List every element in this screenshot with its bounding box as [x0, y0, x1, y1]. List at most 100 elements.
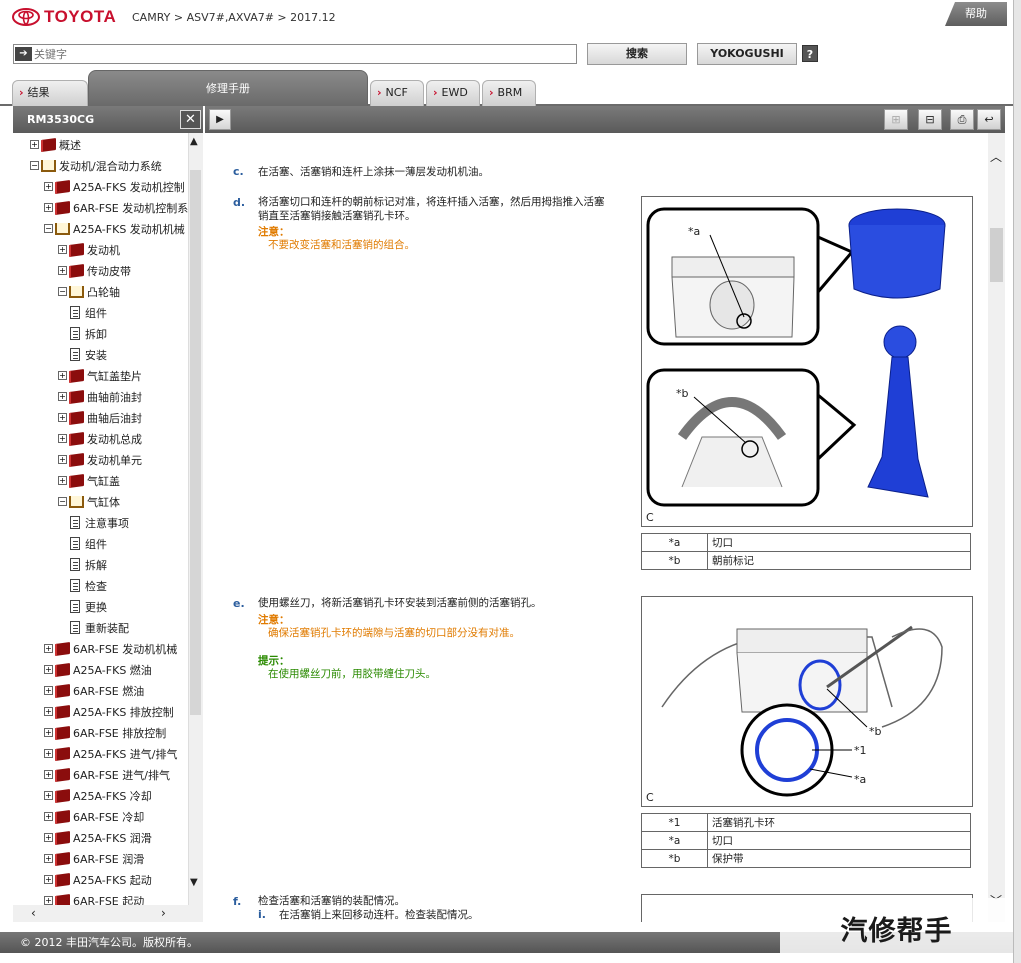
search-input[interactable]: [34, 47, 576, 61]
tree-item[interactable]: +6AR-FSE 进气/排气: [44, 764, 170, 785]
tree-item[interactable]: +6AR-FSE 润滑: [44, 848, 144, 869]
scroll-up-icon[interactable]: ▲: [190, 136, 198, 147]
tree-item[interactable]: + A25A-FKS 冷却: [44, 785, 152, 806]
tree-item[interactable]: 检查: [70, 575, 107, 596]
scroll-right-icon[interactable]: ›: [161, 906, 166, 920]
tree-item[interactable]: + A25A-FKS 发动机控制: [44, 176, 185, 197]
zoom-out-icon[interactable]: ⊟: [918, 109, 942, 130]
expand-plus-icon[interactable]: +: [44, 728, 53, 737]
note-label: 注意：: [258, 614, 290, 626]
expand-plus-icon[interactable]: +: [44, 770, 53, 779]
scroll-down-icon[interactable]: ▼: [190, 877, 198, 888]
tree-horizontal-scrollbar[interactable]: ‹ ›: [13, 905, 203, 922]
tree-item[interactable]: + 气缸盖垫片: [58, 365, 142, 386]
expand-plus-icon[interactable]: +: [44, 854, 53, 863]
tree-item[interactable]: + 发动机总成: [58, 428, 142, 449]
collapse-minus-icon[interactable]: −: [30, 161, 39, 170]
expand-plus-icon[interactable]: +: [44, 833, 53, 842]
tree-scroll-thumb[interactable]: [190, 170, 201, 715]
tree-item[interactable]: 组件: [70, 533, 107, 554]
tree-item[interactable]: 更换: [70, 596, 107, 617]
tree-item[interactable]: + 发动机单元: [58, 449, 142, 470]
tree-item[interactable]: + 传动皮带: [58, 260, 131, 281]
tree-item[interactable]: 拆卸: [70, 323, 107, 344]
tree-item[interactable]: 组件: [70, 302, 107, 323]
tab-results[interactable]: › 结果: [12, 80, 88, 106]
tree-item[interactable]: 拆解: [70, 554, 107, 575]
collapse-minus-icon[interactable]: −: [58, 497, 67, 506]
expand-triangle-icon[interactable]: ▶: [209, 109, 231, 130]
back-icon[interactable]: ↩: [977, 109, 1001, 130]
scroll-up-icon[interactable]: ︿: [990, 148, 1002, 165]
open-book-icon: [69, 285, 84, 298]
tab-brm[interactable]: › BRM: [482, 80, 536, 106]
tree-item[interactable]: 重新装配: [70, 617, 129, 638]
zoom-in-icon[interactable]: ⊞: [884, 109, 908, 130]
expand-plus-icon[interactable]: +: [58, 245, 67, 254]
tree-item[interactable]: − A25A-FKS 发动机机械: [44, 218, 185, 239]
tree-item[interactable]: + 概述: [30, 134, 81, 155]
expand-plus-icon[interactable]: +: [44, 644, 53, 653]
tree-item[interactable]: +6AR-FSE 发动机控制系: [44, 197, 188, 218]
scroll-left-icon[interactable]: ‹: [31, 906, 36, 920]
tree-item-label: 概述: [59, 138, 81, 152]
tree-item[interactable]: + A25A-FKS 润滑: [44, 827, 152, 848]
closed-book-icon: [55, 179, 70, 194]
tree-item[interactable]: +6AR-FSE 燃油: [44, 680, 144, 701]
expand-plus-icon[interactable]: +: [44, 875, 53, 884]
tree-item[interactable]: + 发动机: [58, 239, 120, 260]
expand-plus-icon[interactable]: +: [30, 140, 39, 149]
collapse-minus-icon[interactable]: −: [44, 224, 53, 233]
expand-plus-icon[interactable]: +: [44, 182, 53, 191]
tree-item[interactable]: +6AR-FSE 冷却: [44, 806, 144, 827]
tree-item[interactable]: + A25A-FKS 排放控制: [44, 701, 174, 722]
tree-item[interactable]: +6AR-FSE 起动: [44, 890, 144, 905]
expand-plus-icon[interactable]: +: [58, 455, 67, 464]
tab-ncf[interactable]: › NCF: [370, 80, 424, 106]
expand-plus-icon[interactable]: +: [58, 392, 67, 401]
expand-plus-icon[interactable]: +: [44, 749, 53, 758]
tree-item[interactable]: 注意事项: [70, 512, 129, 533]
expand-plus-icon[interactable]: +: [44, 812, 53, 821]
yokogushi-button[interactable]: YOKOGUSHI: [697, 43, 797, 65]
collapse-minus-icon[interactable]: −: [58, 287, 67, 296]
tree-item[interactable]: + A25A-FKS 起动: [44, 869, 152, 890]
tree-item[interactable]: + 曲轴后油封: [58, 407, 142, 428]
tree-item[interactable]: + A25A-FKS 进气/排气: [44, 743, 178, 764]
tree-item[interactable]: 安装: [70, 344, 107, 365]
expand-plus-icon[interactable]: +: [58, 371, 67, 380]
navigation-tree: + 概述 − 发动机/混合动力系统 + A25A-FKS 发动机控制 +6AR-FSE 发动…: [13, 133, 202, 905]
search-button[interactable]: 搜索: [587, 43, 687, 65]
expand-plus-icon[interactable]: +: [44, 203, 53, 212]
breadcrumb: CAMRY > ASV7#,AXVA7# > 2017.12: [132, 11, 336, 24]
tree-item[interactable]: + A25A-FKS 燃油: [44, 659, 152, 680]
expand-plus-icon[interactable]: +: [44, 665, 53, 674]
expand-plus-icon[interactable]: +: [58, 413, 67, 422]
expand-plus-icon[interactable]: +: [44, 791, 53, 800]
tree-item[interactable]: − 发动机/混合动力系统: [30, 155, 162, 176]
search-box[interactable]: ➔: [13, 44, 577, 64]
expand-plus-icon[interactable]: +: [58, 476, 67, 485]
expand-plus-icon[interactable]: +: [44, 707, 53, 716]
expand-plus-icon[interactable]: +: [58, 266, 67, 275]
tree-item[interactable]: +6AR-FSE 排放控制: [44, 722, 166, 743]
tree-item-label: 6AR-FSE 发动机机械: [73, 642, 178, 656]
help-button[interactable]: 帮助: [945, 2, 1007, 26]
tree-item[interactable]: +6AR-FSE 发动机机械: [44, 638, 177, 659]
tree-item[interactable]: + 曲轴前油封: [58, 386, 142, 407]
tab-repair-manual[interactable]: 修理手册: [88, 70, 368, 106]
closed-book-icon: [41, 137, 56, 152]
tree-item[interactable]: + 气缸盖: [58, 470, 120, 491]
expand-plus-icon[interactable]: +: [44, 686, 53, 695]
expand-plus-icon[interactable]: +: [58, 434, 67, 443]
content-scroll-thumb[interactable]: [990, 228, 1003, 282]
close-icon[interactable]: ✕: [180, 110, 201, 129]
tree-item[interactable]: − 凸轮轴: [58, 281, 120, 302]
tree-item[interactable]: − 气缸体: [58, 491, 120, 512]
question-help-button[interactable]: ?: [802, 45, 818, 62]
tab-ewd[interactable]: › EWD: [426, 80, 480, 106]
watermark-logo: 汽修帮手: [780, 898, 1013, 958]
arrow-right-icon: ➔: [15, 47, 32, 61]
expand-plus-icon[interactable]: +: [44, 896, 53, 905]
print-icon[interactable]: ⎙: [950, 109, 974, 130]
